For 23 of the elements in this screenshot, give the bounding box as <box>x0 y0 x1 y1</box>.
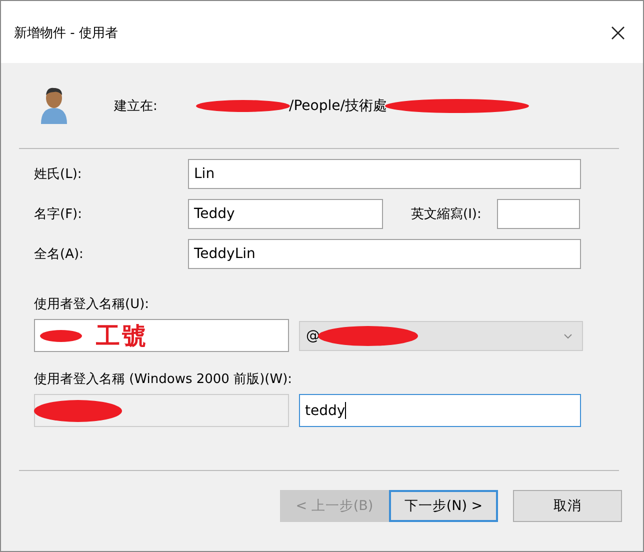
location-path: /People/技術處 <box>289 96 387 114</box>
text-field[interactable] <box>497 199 580 229</box>
text-field[interactable]: teddy <box>299 394 581 427</box>
dialog-button[interactable]: 下一步(N) > <box>389 490 498 522</box>
domain-dropdown[interactable]: @ <box>299 321 583 351</box>
annotation-text: 工號 <box>96 320 148 352</box>
field-label: 全名(A): <box>34 246 84 263</box>
location-label: 建立在: <box>114 98 158 114</box>
dialog-button[interactable]: 取消 <box>513 490 622 522</box>
caret-icon <box>564 334 572 338</box>
text-field[interactable]: Teddy <box>188 199 383 229</box>
redaction-mark <box>40 328 82 342</box>
window-title: 新增物件 - 使用者 <box>14 25 118 42</box>
text-field[interactable]: TeddyLin <box>188 239 581 269</box>
text-field[interactable]: 工號 <box>34 319 289 352</box>
field-label: 使用者登入名稱 (Windows 2000 前版)(W): <box>34 371 294 388</box>
close-icon[interactable] <box>611 26 625 40</box>
field-label: 姓氏(L): <box>34 166 83 183</box>
field-label: 英文縮寫(I): <box>411 206 482 223</box>
field-label: 名字(F): <box>34 206 84 223</box>
text-field[interactable]: Lin <box>188 159 581 189</box>
field-label: 使用者登入名稱(U): <box>34 296 150 313</box>
user-icon <box>39 86 69 126</box>
